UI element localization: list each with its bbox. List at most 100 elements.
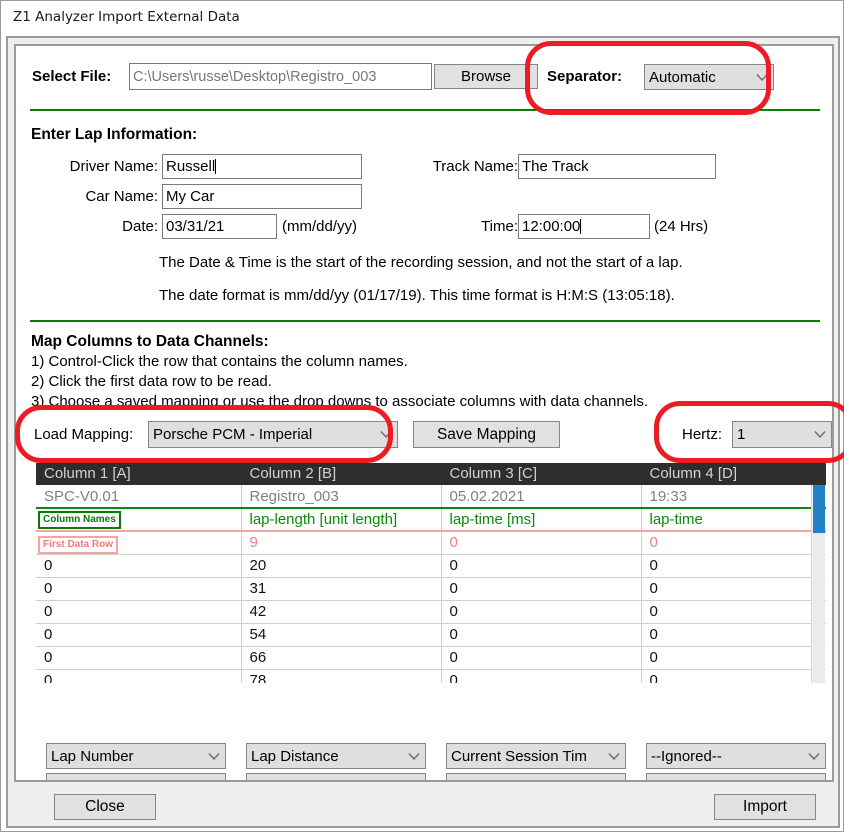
table-cell[interactable]: 0 [36,646,242,670]
table-cell[interactable]: 0 [441,554,642,578]
chevron-down-icon [377,430,395,439]
table-cell[interactable]: SPC-V0.01 [36,485,242,508]
track-name-input[interactable]: The Track [518,154,716,179]
chevron-down-icon [753,73,771,82]
table-row[interactable]: lap-nrlap-length [unit length]lap-time [… [36,507,826,531]
table-row[interactable]: 1900 [36,530,826,555]
grid-vscroll-thumb[interactable] [813,485,825,533]
channel-dropdown-col3[interactable]: Current Session Tim [446,743,626,769]
import-button[interactable]: Import [714,794,816,820]
table-cell[interactable]: 0 [441,646,642,670]
table-row[interactable]: SPC-V0.01 Registro_003 05.02.2021 19:33 [36,485,826,508]
table-cell[interactable]: 9 [241,530,442,555]
table-row[interactable]: 0 78 0 0 [36,669,826,683]
hertz-label: Hertz: [682,426,723,443]
table-cell[interactable]: 0 [441,623,642,647]
channel-value-col2: Lap Distance [251,747,339,765]
date-input[interactable]: 03/31/21 [162,214,277,239]
badge-column-names: Column Names [38,511,121,529]
table-cell[interactable]: 78 [241,669,442,683]
table-cell[interactable]: 0 [641,577,826,601]
table-cell[interactable]: Registro_003 [241,485,442,508]
channel-dropdown-col4[interactable]: --Ignored-- [646,743,826,769]
grid-vertical-scrollbar[interactable] [811,485,825,683]
table-cell[interactable]: 19:33 [641,485,826,508]
channel-dropdown-col1[interactable]: Lap Number [46,743,226,769]
driver-name-input[interactable]: Russell [162,154,362,179]
table-row[interactable]: 0 20 0 0 [36,554,826,578]
column-header-3[interactable]: Column 3 [C] [441,463,642,485]
unit-value-col2: Meters [251,778,405,781]
table-cell[interactable]: 54 [241,623,442,647]
time-input[interactable]: 12:00:00 [518,214,650,239]
chevron-down-icon [805,782,823,783]
table-cell[interactable]: 66 [241,646,442,670]
table-row[interactable]: 0 54 0 0 [36,623,826,647]
table-cell[interactable]: 0 [641,669,826,683]
table-cell[interactable]: 0 [641,646,826,670]
driver-name-label: Driver Name: [69,158,158,175]
table-cell[interactable]: 0 [641,600,826,624]
table-cell[interactable]: 05.02.2021 [441,485,642,508]
map-step-1: 1) Control-Click the row that contains t… [31,353,408,370]
table-cell[interactable]: 0 [441,600,642,624]
map-step-2: 2) Click the first data row to be read. [31,373,272,390]
channel-value-col4: --Ignored-- [651,747,722,765]
table-cell[interactable]: 0 [36,577,242,601]
car-name-label: Car Name: [85,188,158,205]
column-header-1[interactable]: Column 1 [A] [36,463,242,485]
table-cell[interactable]: 0 [441,530,642,555]
unit-dropdown-col2[interactable]: Meters [246,773,426,781]
divider-green-1 [30,109,820,111]
column-header-2[interactable]: Column 2 [B] [241,463,442,485]
load-mapping-dropdown[interactable]: Porsche PCM - Imperial [148,421,398,448]
table-row[interactable]: 0 42 0 0 [36,600,826,624]
window-titlebar: Z1 Analyzer Import External Data [1,1,843,33]
table-row[interactable]: 0 31 0 0 [36,577,826,601]
load-mapping-value: Porsche PCM - Imperial [153,426,313,443]
hertz-value: 1 [737,426,746,443]
table-cell[interactable]: 0 [36,600,242,624]
table-cell[interactable]: lap-length [unit length] [241,507,442,531]
table-header-row: Column 1 [A] Column 2 [B] Column 3 [C] Colu… [36,463,826,485]
dialog-content-panel: Select File: C:\Users\russe\Desktop\Regi… [14,44,834,782]
table-cell[interactable]: 20 [241,554,442,578]
table-cell[interactable]: 0 [641,530,826,555]
file-path-input[interactable]: C:\Users\russe\Desktop\Registro_003 [129,63,432,90]
hertz-dropdown[interactable]: 1 [732,421,832,448]
time-label: Time: [481,218,518,235]
column-header-4[interactable]: Column 4 [D] [641,463,826,485]
unit-dropdown-col4[interactable]: --None-- [646,773,826,783]
lap-info-heading: Enter Lap Information: [31,126,198,143]
table-cell[interactable]: 31 [241,577,442,601]
table-row[interactable]: 0 66 0 0 [36,646,826,670]
save-mapping-button[interactable]: Save Mapping [413,421,560,448]
table-cell[interactable]: lap-time [ms] [441,507,642,531]
table-cell[interactable]: 0 [441,669,642,683]
browse-button[interactable]: Browse [434,64,538,89]
table-cell[interactable]: 0 [36,554,242,578]
divider-green-2 [30,320,820,322]
close-button[interactable]: Close [54,794,156,820]
chevron-down-icon [605,752,623,761]
table-cell[interactable]: 0 [36,623,242,647]
unit-dropdown-col3[interactable]: Milli-Seconds [446,773,626,780]
table-cell[interactable]: 0 [441,577,642,601]
unit-dropdown-col1[interactable]: Integer [46,773,226,783]
map-step-3: 3) Choose a saved mapping or use the dro… [31,393,649,410]
data-preview-grid[interactable]: Column 1 [A] Column 2 [B] Column 3 [C] Colu… [36,463,826,683]
import-external-data-window: Z1 Analyzer Import External Data Select … [0,0,844,832]
chevron-down-icon [205,782,223,783]
table-cell[interactable]: 0 [641,623,826,647]
channel-dropdown-col2[interactable]: Lap Distance [246,743,426,769]
datetime-note-2: The date format is mm/dd/yy (01/17/19). … [159,287,675,304]
table-cell[interactable]: lap-time [641,507,826,531]
load-mapping-label: Load Mapping: [34,426,134,443]
table-cell[interactable]: 0 [641,554,826,578]
table-cell[interactable]: 42 [241,600,442,624]
table-cell[interactable]: 0 [36,669,242,683]
car-name-input[interactable]: My Car [162,184,362,209]
dialog-body: Select File: C:\Users\russe\Desktop\Regi… [6,36,840,828]
separator-dropdown[interactable]: Automatic [644,64,774,90]
separator-value: Automatic [649,68,716,86]
